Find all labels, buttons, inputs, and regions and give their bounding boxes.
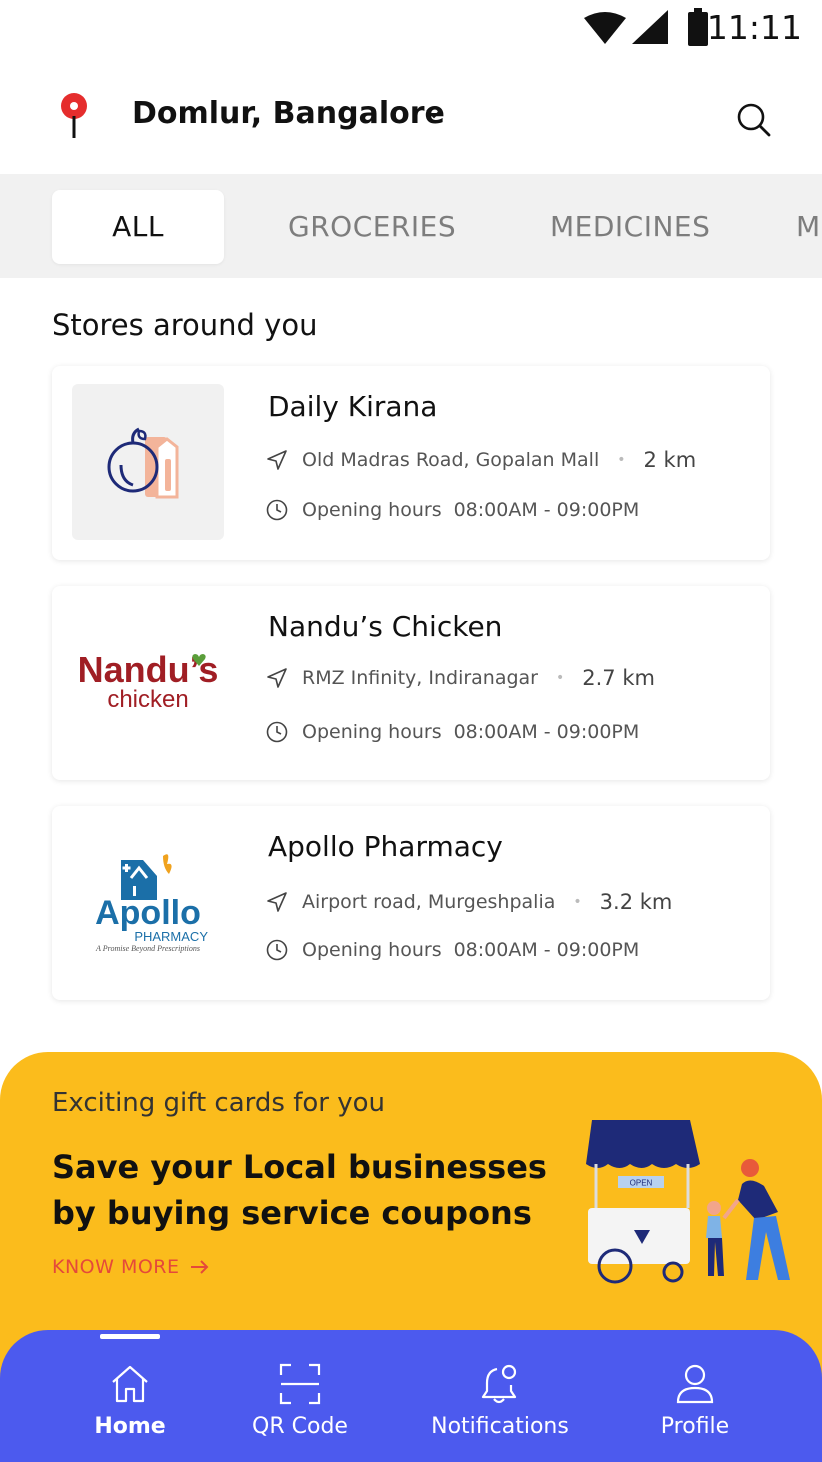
location-selector[interactable]: Domlur, Bangalore bbox=[132, 96, 445, 131]
nav-home[interactable]: Home bbox=[74, 1330, 186, 1462]
store-hours-row: Opening hours 08:00AM - 09:00PM bbox=[266, 499, 639, 521]
section-title: Stores around you bbox=[52, 308, 318, 342]
store-address-row: Old Madras Road, Gopalan Mall • 2 km bbox=[266, 448, 696, 472]
separator-dot: • bbox=[556, 670, 565, 686]
apollo-logo-tagline: A Promise Beyond Prescriptions bbox=[96, 944, 200, 954]
bell-icon bbox=[481, 1364, 517, 1404]
tab-medicines[interactable]: MEDICINES bbox=[550, 190, 710, 264]
promo-headline: Save your Local businesses by buying ser… bbox=[52, 1148, 547, 1232]
store-logo: Apollo PHARMACY A Promise Beyond Prescri… bbox=[72, 824, 224, 980]
arrow-right-icon bbox=[190, 1260, 208, 1274]
store-address-row: Airport road, Murgeshpalia • 3.2 km bbox=[266, 890, 672, 914]
status-bar: 11:11 bbox=[0, 0, 822, 58]
home-icon bbox=[112, 1365, 148, 1403]
store-name: Apollo Pharmacy bbox=[268, 830, 503, 863]
category-tabs: ALL GROCERIES MEDICINES M bbox=[0, 174, 822, 278]
store-address: Airport road, Murgeshpalia bbox=[302, 891, 556, 913]
store-distance: 3.2 km bbox=[599, 890, 673, 914]
status-time: 11:11 bbox=[706, 8, 802, 47]
navigation-arrow-icon bbox=[267, 668, 287, 688]
store-hours-row: Opening hours 08:00AM - 09:00PM bbox=[266, 939, 639, 961]
nav-notifications[interactable]: Notifications bbox=[420, 1330, 580, 1462]
signal-icon bbox=[632, 10, 668, 44]
battery-icon bbox=[688, 8, 708, 46]
promo-subtitle: Exciting gift cards for you bbox=[52, 1088, 385, 1118]
nav-profile-label: Profile bbox=[660, 1414, 730, 1439]
store-distance: 2.7 km bbox=[582, 666, 655, 690]
tab-all[interactable]: ALL bbox=[52, 190, 224, 264]
store-card-nandus-chicken[interactable]: Nandu’s chicken Nandu’s Chicken RMZ Infi… bbox=[52, 586, 770, 780]
location-pin-icon bbox=[61, 93, 87, 138]
opening-hours-label: Opening hours bbox=[302, 721, 442, 743]
user-icon bbox=[676, 1364, 714, 1404]
nav-qr-code[interactable]: QR Code bbox=[234, 1330, 366, 1462]
nav-notifications-label: Notifications bbox=[431, 1414, 569, 1439]
nav-profile[interactable]: Profile bbox=[640, 1330, 750, 1462]
opening-hours-value: 08:00AM - 09:00PM bbox=[453, 721, 640, 743]
wifi-icon bbox=[584, 12, 626, 44]
bottom-navigation: Home QR Code Notifications Profile bbox=[0, 1330, 822, 1462]
store-card-daily-kirana[interactable]: Daily Kirana Old Madras Road, Gopalan Ma… bbox=[52, 366, 770, 560]
shop-stall-illustration: OPEN bbox=[586, 1120, 790, 1284]
heart-icon bbox=[192, 654, 206, 666]
tab-more[interactable]: M bbox=[796, 190, 821, 264]
store-name: Daily Kirana bbox=[268, 390, 438, 423]
navigation-arrow-icon bbox=[267, 892, 287, 912]
qr-scan-icon bbox=[279, 1363, 321, 1405]
know-more-link[interactable]: KNOW MORE bbox=[52, 1256, 210, 1278]
clock-icon bbox=[266, 939, 288, 961]
chevron-down-icon[interactable] bbox=[425, 108, 443, 120]
apollo-logo-text: Apollo bbox=[95, 894, 201, 933]
clock-icon bbox=[266, 721, 288, 743]
nav-home-label: Home bbox=[94, 1414, 166, 1439]
opening-hours-label: Opening hours bbox=[302, 939, 442, 961]
store-logo bbox=[72, 384, 224, 540]
separator-dot: • bbox=[573, 894, 582, 910]
store-name: Nandu’s Chicken bbox=[268, 610, 503, 643]
store-card-apollo-pharmacy[interactable]: Apollo PHARMACY A Promise Beyond Prescri… bbox=[52, 806, 770, 1000]
tab-groceries[interactable]: GROCERIES bbox=[288, 190, 456, 264]
clock-icon bbox=[266, 499, 288, 521]
location-header: Domlur, Bangalore bbox=[0, 80, 822, 160]
apollo-emblem-icon bbox=[121, 854, 172, 901]
nav-qr-code-label: QR Code bbox=[252, 1414, 348, 1439]
separator-dot: • bbox=[617, 452, 626, 468]
store-address-row: RMZ Infinity, Indiranagar • 2.7 km bbox=[266, 666, 655, 690]
store-hours-row: Opening hours 08:00AM - 09:00PM bbox=[266, 721, 639, 743]
search-icon[interactable] bbox=[736, 102, 772, 138]
store-address: Old Madras Road, Gopalan Mall bbox=[302, 449, 600, 471]
opening-hours-label: Opening hours bbox=[302, 499, 442, 521]
know-more-label: KNOW MORE bbox=[52, 1256, 180, 1278]
navigation-arrow-icon bbox=[267, 450, 287, 470]
store-logo: Nandu’s chicken bbox=[72, 604, 224, 760]
nandus-logo-subtext: chicken bbox=[107, 686, 189, 713]
apollo-logo-subtext: PHARMACY bbox=[134, 929, 208, 945]
stall-open-sign: OPEN bbox=[630, 1179, 653, 1188]
store-distance: 2 km bbox=[643, 448, 697, 472]
grocery-icon bbox=[107, 427, 179, 499]
opening-hours-value: 08:00AM - 09:00PM bbox=[453, 939, 640, 961]
store-address: RMZ Infinity, Indiranagar bbox=[302, 667, 538, 689]
opening-hours-value: 08:00AM - 09:00PM bbox=[453, 499, 640, 521]
